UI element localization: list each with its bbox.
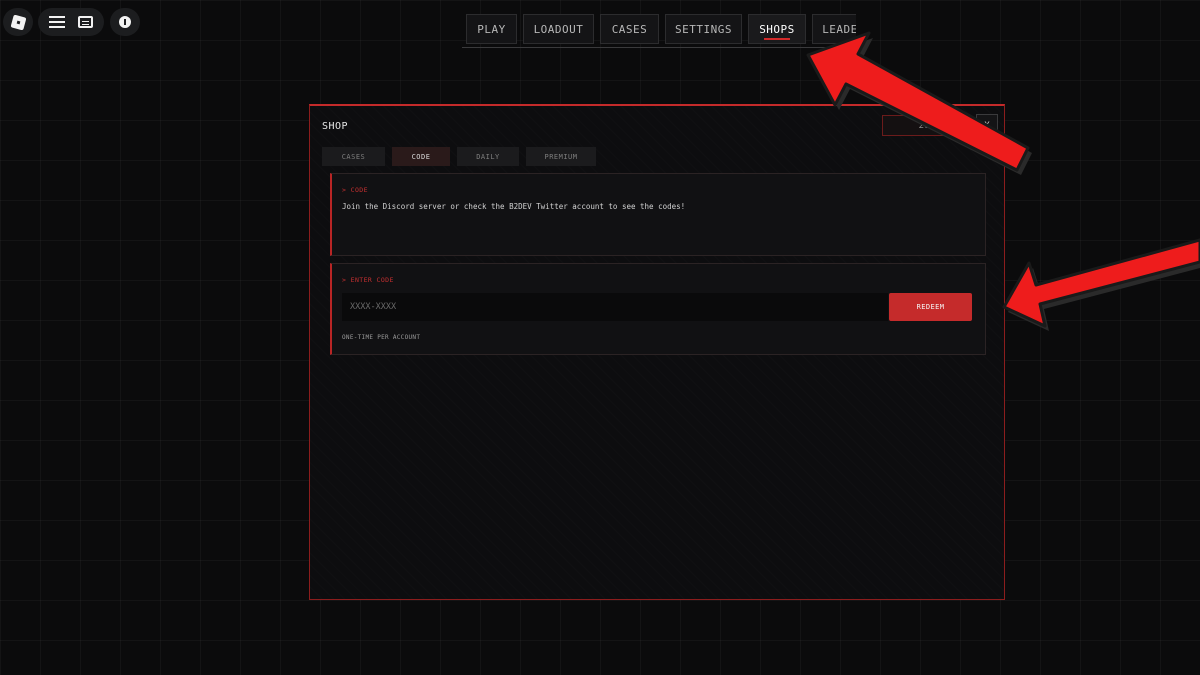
code-description: Join the Discord server or check the B2D…	[342, 202, 686, 211]
code-panel-heading: > CODE	[342, 186, 368, 194]
shop-window: SHOP 20 X CASES CODE DAILY PREMIUM > COD…	[309, 104, 1005, 600]
nav-tab-shops[interactable]: SHOPS	[748, 14, 806, 44]
enter-code-panel: > ENTER CODE REDEEM ONE-TIME PER ACCOUNT	[330, 263, 986, 355]
roblox-menu-button[interactable]	[3, 8, 33, 36]
top-navigation: PLAY LOADOUT CASES SETTINGS SHOPS LEADE	[466, 14, 856, 48]
currency-display: 20	[882, 115, 966, 136]
nav-tab-play[interactable]: PLAY	[466, 14, 517, 44]
chat-icon[interactable]	[78, 16, 94, 28]
roblox-logo-icon	[10, 14, 26, 30]
close-button[interactable]: X	[976, 114, 998, 138]
redeem-button[interactable]: REDEEM	[889, 293, 972, 321]
hamburger-menu-icon[interactable]	[48, 16, 65, 28]
sub-tab-code[interactable]: CODE	[392, 147, 450, 166]
sub-tab-premium[interactable]: PREMIUM	[526, 147, 596, 166]
nav-tab-cases[interactable]: CASES	[600, 14, 659, 44]
shop-title: SHOP	[322, 121, 349, 132]
arrow-to-redeem-icon	[1002, 238, 1200, 331]
nav-tab-settings[interactable]: SETTINGS	[665, 14, 742, 44]
nav-tab-loadout[interactable]: LOADOUT	[523, 14, 594, 44]
code-input[interactable]	[342, 293, 888, 321]
enter-code-heading: > ENTER CODE	[342, 276, 394, 284]
code-info-panel: > CODE Join the Discord server or check …	[330, 173, 986, 256]
sub-tab-cases[interactable]: CASES	[322, 147, 385, 166]
shop-sub-tabs: CASES CODE DAILY PREMIUM	[322, 147, 596, 166]
nav-divider	[462, 47, 854, 48]
info-button[interactable]	[110, 8, 140, 36]
roblox-controls-group	[38, 8, 104, 36]
sub-tab-daily[interactable]: DAILY	[457, 147, 519, 166]
info-icon	[119, 16, 131, 28]
nav-tab-leaderboard[interactable]: LEADE	[812, 14, 856, 44]
usage-note: ONE-TIME PER ACCOUNT	[342, 334, 421, 341]
